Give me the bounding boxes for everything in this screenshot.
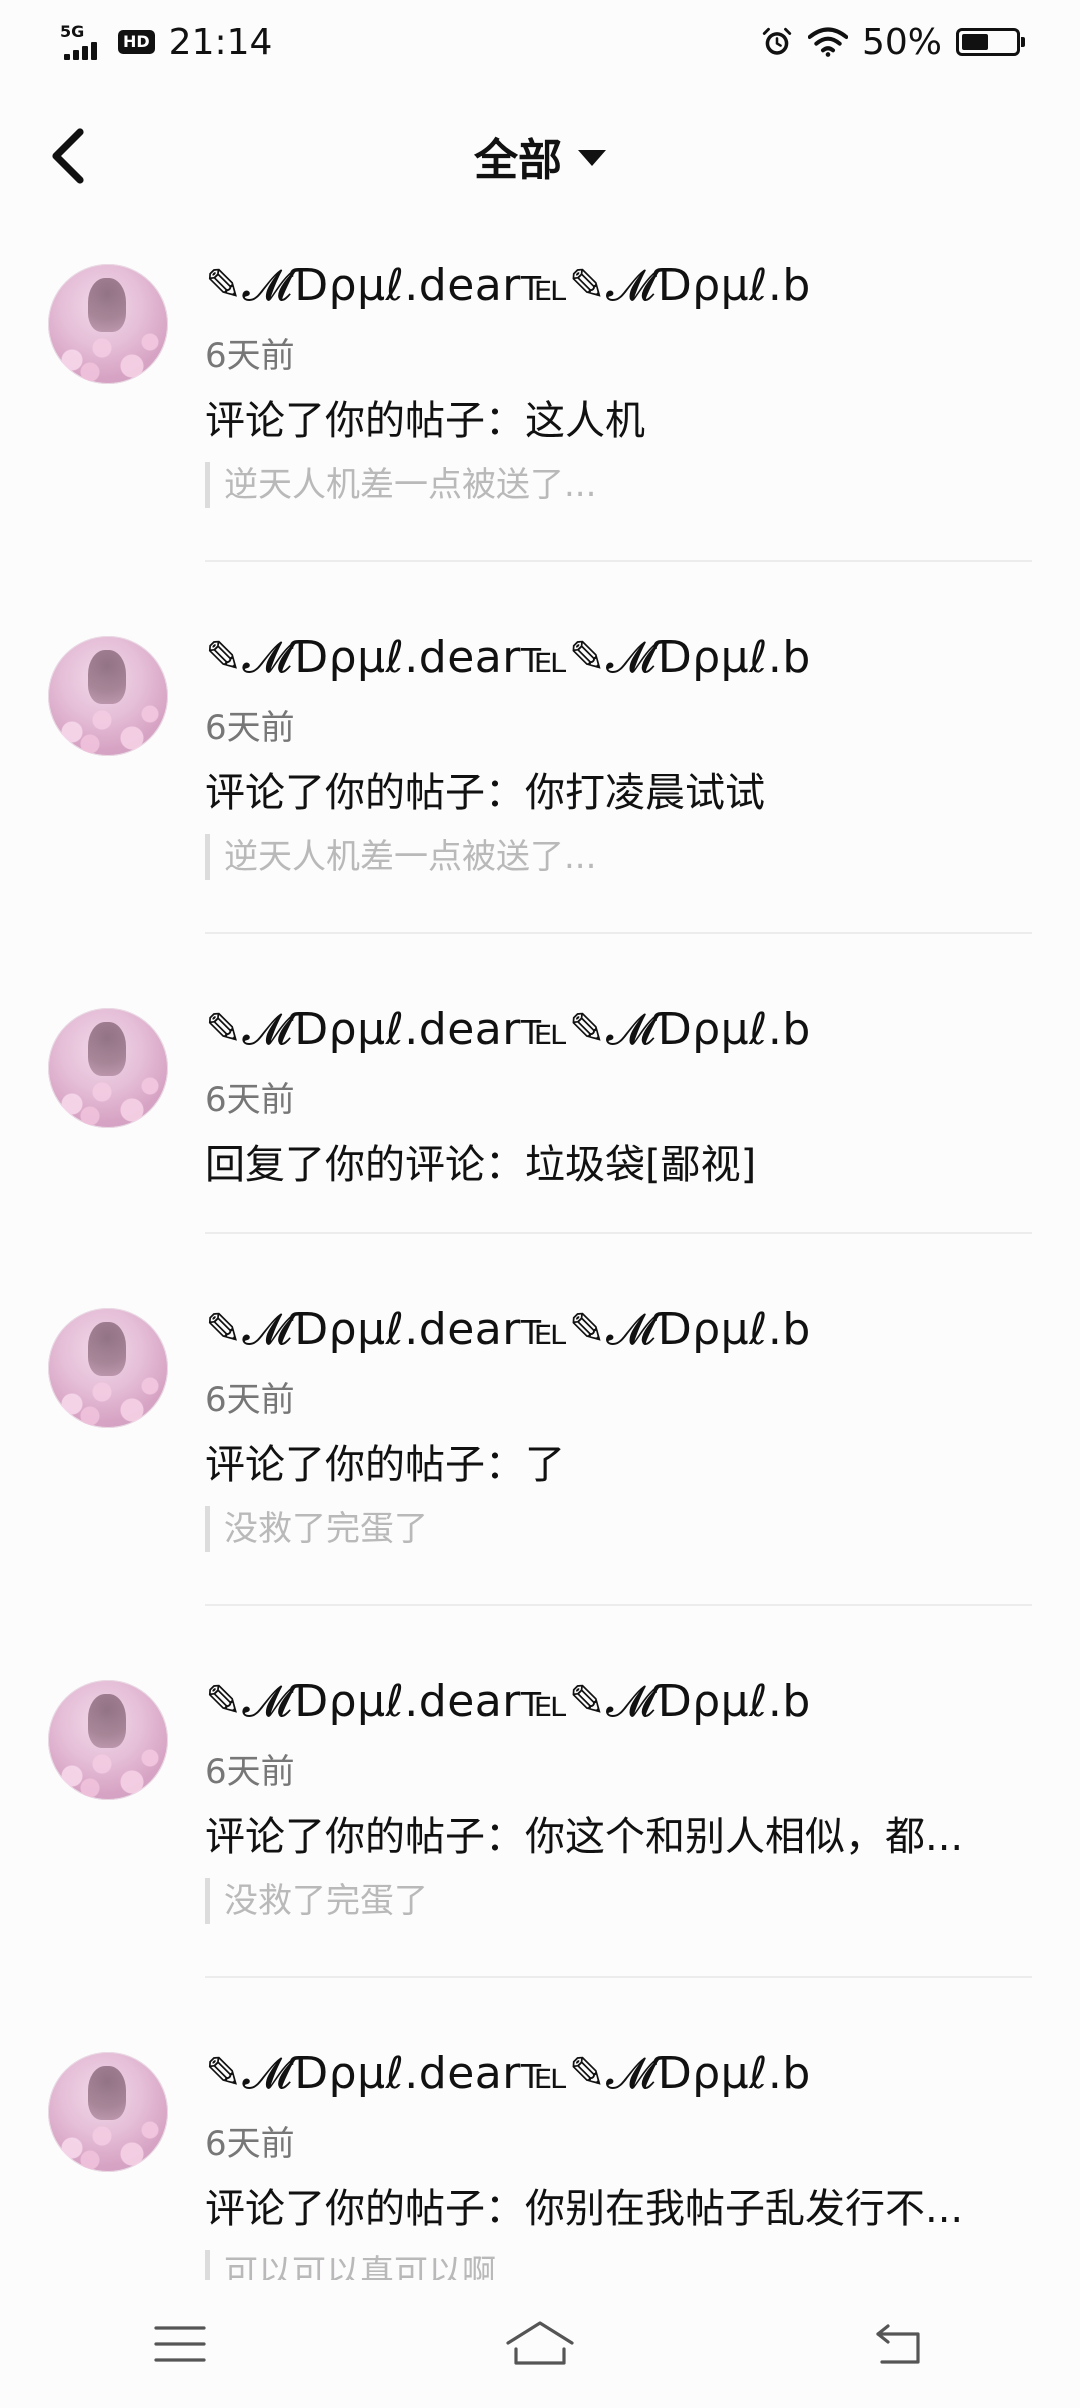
page-title: 全部 <box>474 135 562 186</box>
action-text[interactable]: 评论了你的帖子：你打凌晨试试 <box>205 760 765 818</box>
notification-item[interactable]: ✎𝓜Ɗρµℓ.dear℡✎𝓜Ɗρµℓ.b 6天前 评论了你的帖子：你这个和别人相… <box>0 1606 1080 1978</box>
username[interactable]: ✎𝓜Ɗρµℓ.dear℡✎𝓜Ɗρµℓ.b <box>205 1004 811 1055</box>
avatar[interactable] <box>48 636 168 756</box>
status-bar: 5G HD 21:14 50% <box>0 0 1080 84</box>
caret-down-icon <box>578 150 606 166</box>
username[interactable]: ✎𝓜Ɗρµℓ.dear℡✎𝓜Ɗρµℓ.b <box>205 632 811 683</box>
battery-percent: 50% <box>861 21 942 63</box>
username[interactable]: ✎𝓜Ɗρµℓ.dear℡✎𝓜Ɗρµℓ.b <box>205 1676 811 1727</box>
home-icon <box>506 2321 574 2365</box>
quoted-post[interactable]: 逆天人机差一点被送了... <box>205 834 596 880</box>
notification-item[interactable]: ✎𝓜Ɗρµℓ.dear℡✎𝓜Ɗρµℓ.b 6天前 评论了你的帖子：你打凌晨试试 … <box>0 562 1080 934</box>
timestamp: 6天前 <box>205 2124 295 2164</box>
action-text[interactable]: 评论了你的帖子：这人机 <box>205 388 645 446</box>
notification-item[interactable]: ✎𝓜Ɗρµℓ.dear℡✎𝓜Ɗρµℓ.b 6天前 回复了你的评论：垃圾袋[鄙视] <box>0 934 1080 1234</box>
timestamp: 6天前 <box>205 1080 295 1120</box>
alarm-icon <box>762 27 792 55</box>
status-right: 50% <box>760 21 1025 63</box>
quoted-post[interactable]: 没救了完蛋了 <box>205 1878 428 1924</box>
action-text[interactable]: 评论了你的帖子：你这个和别人相似，都... <box>205 1804 963 1862</box>
clock: 21:14 <box>168 21 273 63</box>
timestamp: 6天前 <box>205 1380 295 1420</box>
header: 全部 <box>0 110 1080 202</box>
notifications-screen: 5G HD 21:14 50% 全部 ✎𝓜Ɗρµℓ.dear℡✎𝓜Ɗρµℓ.b … <box>0 0 1080 2408</box>
network-type: 5G <box>60 22 85 41</box>
timestamp: 6天前 <box>205 336 295 376</box>
wifi-icon <box>807 27 848 57</box>
notification-item[interactable]: ✎𝓜Ɗρµℓ.dear℡✎𝓜Ɗρµℓ.b 6天前 评论了你的帖子：这人机 逆天人… <box>0 240 1080 562</box>
username[interactable]: ✎𝓜Ɗρµℓ.dear℡✎𝓜Ɗρµℓ.b <box>205 1304 811 1355</box>
status-left: 5G HD 21:14 <box>60 22 272 63</box>
notification-list: ✎𝓜Ɗρµℓ.dear℡✎𝓜Ɗρµℓ.b 6天前 评论了你的帖子：这人机 逆天人… <box>0 240 1080 2408</box>
menu-icon <box>154 2326 206 2362</box>
avatar[interactable] <box>48 1680 168 1800</box>
system-nav-bar <box>0 2280 1080 2408</box>
action-text[interactable]: 评论了你的帖子：了 <box>205 1432 565 1490</box>
hd-icon: HD <box>118 30 155 54</box>
avatar[interactable] <box>48 1308 168 1428</box>
return-icon <box>876 2324 920 2364</box>
cellular-signal-icon: 5G <box>60 22 104 62</box>
back-button[interactable] <box>850 2304 950 2384</box>
timestamp: 6天前 <box>205 1752 295 1792</box>
menu-button[interactable] <box>130 2304 230 2384</box>
avatar[interactable] <box>48 1008 168 1128</box>
notification-item[interactable]: ✎𝓜Ɗρµℓ.dear℡✎𝓜Ɗρµℓ.b 6天前 评论了你的帖子：了 没救了完蛋… <box>0 1234 1080 1606</box>
battery-icon <box>956 28 1025 56</box>
username[interactable]: ✎𝓜Ɗρµℓ.dear℡✎𝓜Ɗρµℓ.b <box>205 260 811 311</box>
action-text[interactable]: 回复了你的评论：垃圾袋[鄙视] <box>205 1132 756 1190</box>
quoted-post[interactable]: 没救了完蛋了 <box>205 1506 428 1552</box>
username[interactable]: ✎𝓜Ɗρµℓ.dear℡✎𝓜Ɗρµℓ.b <box>205 2048 811 2099</box>
avatar[interactable] <box>48 2052 168 2172</box>
timestamp: 6天前 <box>205 708 295 748</box>
avatar[interactable] <box>48 264 168 384</box>
action-text[interactable]: 评论了你的帖子：你别在我帖子乱发行不... <box>205 2176 963 2234</box>
filter-dropdown[interactable]: 全部 <box>0 110 1080 202</box>
home-button[interactable] <box>490 2304 590 2384</box>
quoted-post[interactable]: 逆天人机差一点被送了... <box>205 462 596 508</box>
